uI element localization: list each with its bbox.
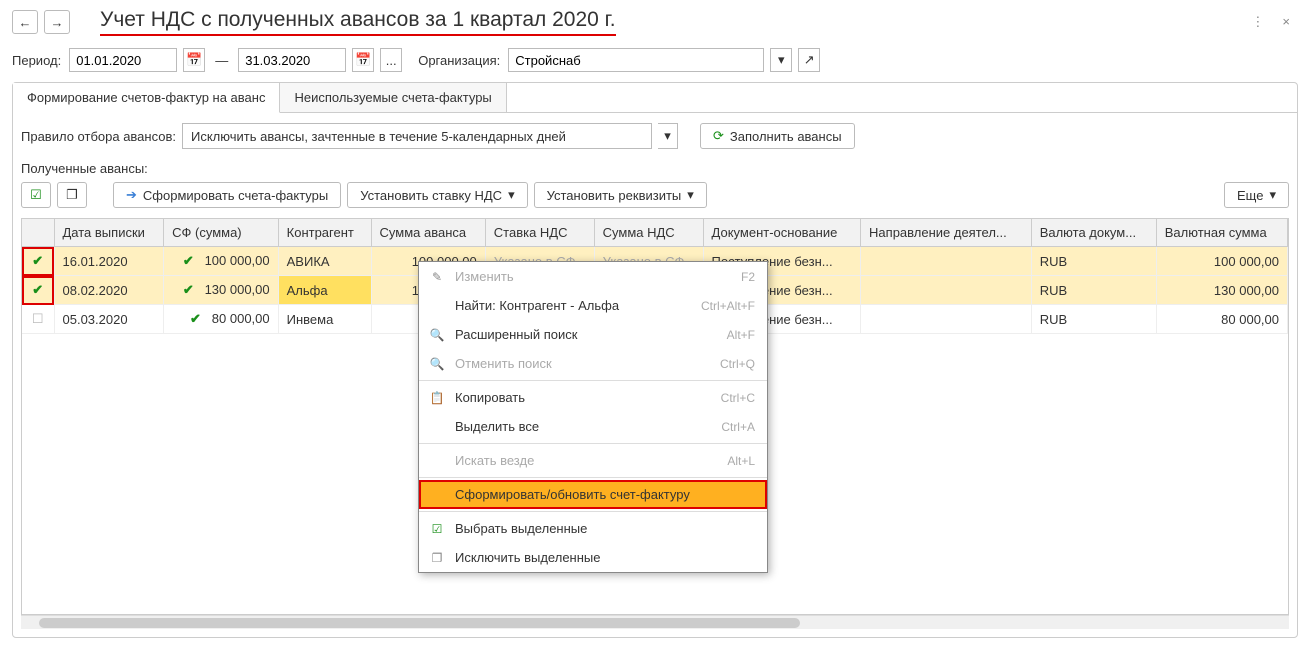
select-all-button[interactable]: ☑ xyxy=(21,182,51,208)
cell-date: 08.02.2020 xyxy=(54,276,164,305)
set-vat-label: Установить ставку НДС xyxy=(360,188,502,203)
col-counterparty[interactable]: Контрагент xyxy=(278,219,371,247)
col-currency[interactable]: Валюта докум... xyxy=(1031,219,1156,247)
cell-currency: RUB xyxy=(1031,276,1156,305)
menu-search-everywhere[interactable]: Искать везде Alt+L xyxy=(419,446,767,475)
check-icon[interactable]: ✔ xyxy=(32,253,43,268)
pencil-icon: ✎ xyxy=(427,270,447,284)
cell-direction xyxy=(861,305,1032,334)
set-requisites-button[interactable]: Установить реквизиты ▾ xyxy=(534,182,707,208)
received-advances-label: Полученные авансы: xyxy=(13,159,1297,182)
calendar-to-icon[interactable]: 📅 xyxy=(352,48,374,72)
date-to-input[interactable] xyxy=(238,48,346,72)
cell-sf-sum: 100 000,00 xyxy=(205,253,270,268)
col-vat-sum[interactable]: Сумма НДС xyxy=(594,219,703,247)
col-vat-rate[interactable]: Ставка НДС xyxy=(485,219,594,247)
form-invoices-label: Сформировать счета-фактуры xyxy=(143,188,328,203)
org-open-button[interactable]: ↗ xyxy=(798,48,820,72)
menu-edit[interactable]: ✎ Изменить F2 xyxy=(419,262,767,291)
org-label: Организация: xyxy=(418,53,500,68)
menu-advanced-search[interactable]: 🔍 Расширенный поиск Alt+F xyxy=(419,320,767,349)
menu-form-update-invoice[interactable]: Сформировать/обновить счет-фактуру xyxy=(419,480,767,509)
menu-cancel-search[interactable]: 🔍 Отменить поиск Ctrl+Q xyxy=(419,349,767,378)
checkbox-icon: ☑ xyxy=(427,522,447,536)
tab-unused-invoices[interactable]: Неиспользуемые счета-фактуры xyxy=(280,83,506,112)
cell-date: 16.01.2020 xyxy=(54,247,164,276)
menu-exclude-marked[interactable]: ❐ Исключить выделенные xyxy=(419,543,767,572)
menu-find[interactable]: Найти: Контрагент - Альфа Ctrl+Alt+F xyxy=(419,291,767,320)
checkbox-empty-icon[interactable]: ☐ xyxy=(32,311,44,326)
rule-select[interactable]: Исключить авансы, зачтенные в течение 5-… xyxy=(182,123,652,149)
cell-currency: RUB xyxy=(1031,247,1156,276)
set-vat-rate-button[interactable]: Установить ставку НДС ▾ xyxy=(347,182,527,208)
close-icon[interactable]: × xyxy=(1282,14,1290,30)
cell-sf-sum: 130 000,00 xyxy=(205,282,270,297)
cell-curr-sum: 100 000,00 xyxy=(1156,247,1287,276)
col-document[interactable]: Документ-основание xyxy=(703,219,861,247)
search-icon: 🔍 xyxy=(427,328,447,342)
copy-icon: 📋 xyxy=(427,391,447,405)
chevron-down-icon: ▾ xyxy=(508,187,515,203)
col-sf[interactable]: СФ (сумма) xyxy=(164,219,279,247)
cell-currency: RUB xyxy=(1031,305,1156,334)
menu-copy[interactable]: 📋 Копировать Ctrl+C xyxy=(419,383,767,412)
check-icon: ✔ xyxy=(183,253,194,268)
rule-label: Правило отбора авансов: xyxy=(21,129,176,144)
more-actions-icon[interactable]: ⋮ xyxy=(1251,14,1264,30)
chevron-down-icon: ▾ xyxy=(687,187,694,203)
cell-counterparty: Инвема xyxy=(278,305,371,334)
rule-dropdown-icon[interactable]: ▾ xyxy=(658,123,678,149)
nav-back-button[interactable]: ← xyxy=(12,10,38,34)
horizontal-scrollbar[interactable] xyxy=(21,615,1289,629)
check-icon: ✔ xyxy=(190,311,201,326)
menu-select-marked[interactable]: ☑ Выбрать выделенные xyxy=(419,514,767,543)
context-menu: ✎ Изменить F2 Найти: Контрагент - Альфа … xyxy=(418,261,768,573)
period-picker-button[interactable]: ... xyxy=(380,48,402,72)
cell-sf-sum: 80 000,00 xyxy=(212,311,270,326)
set-req-label: Установить реквизиты xyxy=(547,188,682,203)
page-title: Учет НДС с полученных авансов за 1 кварт… xyxy=(100,8,616,36)
rule-select-value: Исключить авансы, зачтенные в течение 5-… xyxy=(191,129,566,144)
cell-direction xyxy=(861,276,1032,305)
layers-icon: ❐ xyxy=(427,551,447,565)
cell-counterparty: Альфа xyxy=(278,276,371,305)
arrow-right-icon: ➔ xyxy=(126,187,137,203)
fill-advances-button[interactable]: ⟳ Заполнить авансы xyxy=(700,123,855,149)
menu-select-all[interactable]: Выделить все Ctrl+A xyxy=(419,412,767,441)
refresh-icon: ⟳ xyxy=(713,128,724,144)
date-from-input[interactable] xyxy=(69,48,177,72)
check-icon: ✔ xyxy=(183,282,194,297)
deselect-all-button[interactable]: ❐ xyxy=(57,182,87,208)
nav-forward-button[interactable]: → xyxy=(44,10,70,34)
cell-curr-sum: 80 000,00 xyxy=(1156,305,1287,334)
col-advance[interactable]: Сумма аванса xyxy=(371,219,485,247)
org-dropdown-icon[interactable]: ▾ xyxy=(770,48,792,72)
period-label: Период: xyxy=(12,53,61,68)
cell-curr-sum: 130 000,00 xyxy=(1156,276,1287,305)
check-icon[interactable]: ✔ xyxy=(32,282,43,297)
checkbox-icon: ☑ xyxy=(30,187,42,203)
cell-counterparty: АВИКА xyxy=(278,247,371,276)
cancel-search-icon: 🔍 xyxy=(427,357,447,371)
calendar-from-icon[interactable]: 📅 xyxy=(183,48,205,72)
fill-advances-label: Заполнить авансы xyxy=(730,129,842,144)
tab-form-invoices[interactable]: Формирование счетов-фактур на аванс xyxy=(13,83,280,113)
form-invoices-button[interactable]: ➔ Сформировать счета-фактуры xyxy=(113,182,341,208)
more-button[interactable]: Еще ▾ xyxy=(1224,182,1289,208)
more-label: Еще xyxy=(1237,188,1263,203)
col-curr-sum[interactable]: Валютная сумма xyxy=(1156,219,1287,247)
dash-separator: — xyxy=(215,53,228,68)
org-input[interactable] xyxy=(508,48,764,72)
col-direction[interactable]: Направление деятел... xyxy=(861,219,1032,247)
chevron-down-icon: ▾ xyxy=(1269,187,1276,203)
cell-direction xyxy=(861,247,1032,276)
col-date[interactable]: Дата выписки xyxy=(54,219,164,247)
layers-icon: ❐ xyxy=(66,187,78,203)
col-checkbox xyxy=(22,219,54,247)
cell-date: 05.03.2020 xyxy=(54,305,164,334)
